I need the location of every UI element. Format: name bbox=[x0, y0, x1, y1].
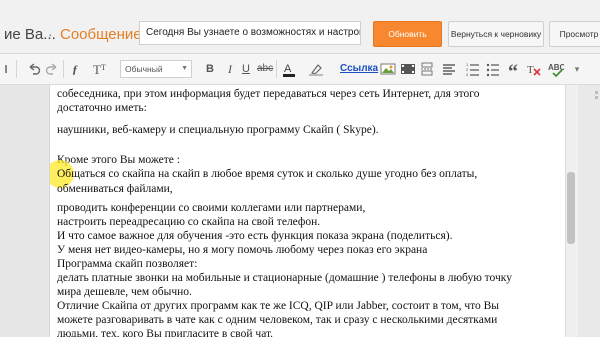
post-title-input[interactable]: Сегодня Вы узнаете о возможностях и наст… bbox=[139, 21, 361, 45]
svg-text:T: T bbox=[101, 63, 106, 72]
spellcheck-icon[interactable]: ABC bbox=[548, 61, 566, 78]
editor-line: настроить переадресацию со скайпа на сво… bbox=[57, 216, 321, 228]
insert-video-icon[interactable] bbox=[400, 61, 416, 77]
editor-line: проводить конференции со своими коллегам… bbox=[57, 202, 366, 214]
highlight-color-icon[interactable] bbox=[308, 61, 324, 77]
chevron-down-icon: ▼ bbox=[181, 65, 188, 72]
link-button[interactable]: Ссылка bbox=[340, 61, 378, 77]
revert-to-draft-button[interactable]: Вернуться к черновику bbox=[448, 21, 544, 47]
post-body-editor[interactable]: собеседника, при этом информация будет п… bbox=[49, 85, 565, 337]
clear-formatting-icon[interactable]: T bbox=[526, 61, 542, 77]
bullet-list-icon[interactable] bbox=[486, 61, 500, 77]
right-gutter bbox=[578, 85, 600, 337]
quote-icon[interactable]: “ bbox=[506, 61, 520, 83]
toolbar-divider bbox=[276, 60, 277, 78]
editor-line: Программа скайп позволяет: bbox=[57, 258, 198, 270]
insert-image-icon[interactable] bbox=[380, 61, 396, 77]
editor-line-part: наушники, веб-камеру и специальную прогр… bbox=[57, 124, 379, 136]
editor-line: У меня нет видео-камеры, но я могу помоч… bbox=[57, 244, 428, 256]
gutter-dot bbox=[595, 96, 598, 99]
editor-line: наушники, веб-камеру и специальную прогр… bbox=[57, 123, 379, 137]
undo-icon[interactable] bbox=[26, 61, 42, 77]
numbered-list-icon[interactable]: 123 bbox=[466, 61, 480, 77]
align-icon[interactable] bbox=[442, 61, 456, 77]
page-title: Сообщение bbox=[60, 26, 142, 43]
breadcrumb-separator: · bbox=[48, 26, 53, 42]
update-button[interactable]: Обновить bbox=[373, 21, 442, 47]
paragraph-format-select[interactable]: Обычный ▼ bbox=[120, 60, 192, 78]
editor-line: собеседника, при этом информация будет п… bbox=[57, 88, 480, 100]
toolbar-more-icon[interactable]: ▾ bbox=[570, 61, 584, 77]
left-gutter bbox=[0, 85, 48, 337]
formatting-toolbar: ƒ TT Обычный ▼ B I U abc A Ссылка 123 “ … bbox=[0, 54, 600, 85]
editor-line: людьми, тех, кого Вы пригласите в свой ч… bbox=[57, 328, 274, 337]
insert-jump-break-icon[interactable] bbox=[420, 61, 434, 77]
svg-text:T: T bbox=[93, 62, 101, 77]
editor-line: делать платные звонки на мобильные и ста… bbox=[57, 272, 512, 284]
editor-line: И что самое важное для обучения -это ест… bbox=[57, 230, 453, 242]
editor-line: можете разговаривать в чате как с одним … bbox=[57, 314, 498, 326]
gutter-dot bbox=[595, 91, 598, 94]
editor-line: обмениваться файлами, bbox=[57, 183, 173, 195]
editor-header: ие Ва... · Сообщение Сегодня Вы узнаете … bbox=[0, 0, 600, 54]
svg-text:T: T bbox=[527, 64, 534, 76]
editor-line: достаточно иметь: bbox=[57, 102, 147, 114]
toolbar-divider bbox=[16, 60, 17, 78]
redo-icon[interactable] bbox=[44, 61, 60, 77]
editor-line: Кроме этого Вы можете : bbox=[57, 154, 180, 166]
strikethrough-icon[interactable]: abc bbox=[257, 61, 273, 77]
scrollbar-thumb[interactable] bbox=[567, 172, 575, 244]
italic-icon[interactable]: I bbox=[224, 61, 236, 77]
paragraph-format-value: Обычный bbox=[125, 64, 163, 74]
editor-line: Общаться со скайпа на скайп в любое врем… bbox=[57, 168, 478, 180]
bold-icon[interactable]: B bbox=[204, 61, 216, 77]
svg-text:3: 3 bbox=[466, 72, 469, 77]
editor-line: мира дешевле, чем обычно. bbox=[57, 286, 192, 298]
toolbar-overflow-icon[interactable] bbox=[3, 61, 13, 77]
toolbar-divider bbox=[63, 60, 64, 78]
preview-button[interactable]: Просмотр bbox=[549, 21, 600, 47]
font-size-icon[interactable]: TT bbox=[92, 61, 108, 77]
svg-text:A: A bbox=[284, 63, 292, 75]
underline-icon[interactable]: U bbox=[240, 61, 252, 77]
editor-line: Отличие Скайпа от других программ как те… bbox=[57, 300, 500, 312]
text-color-icon[interactable]: A bbox=[282, 61, 296, 77]
font-family-icon[interactable]: ƒ bbox=[68, 61, 82, 77]
